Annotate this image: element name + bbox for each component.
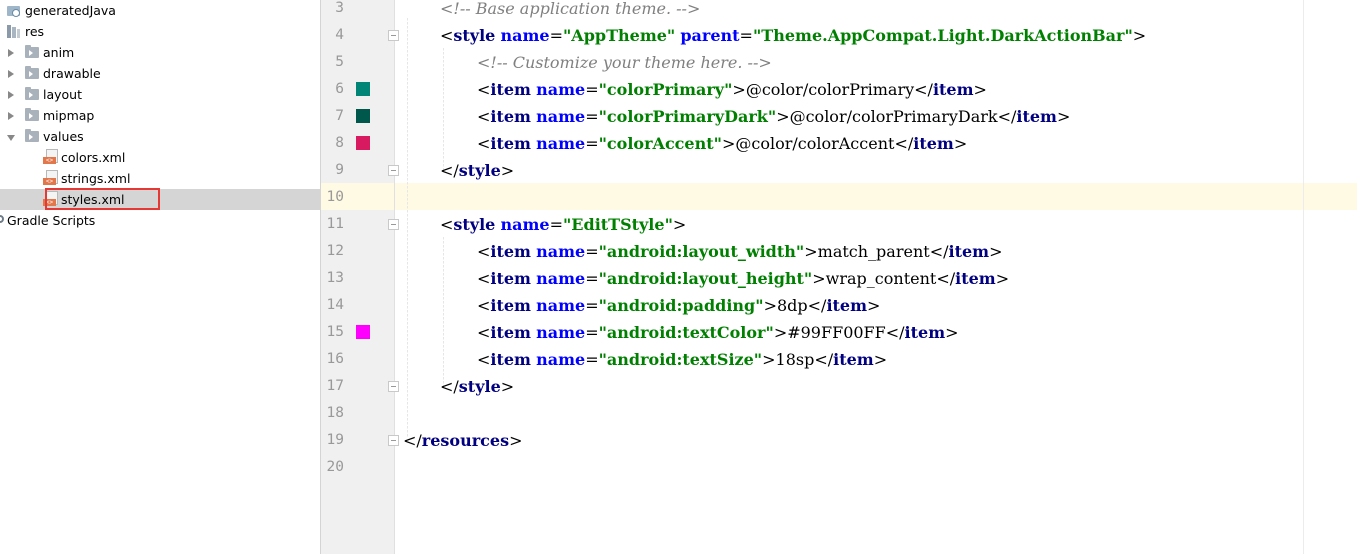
folder-icon	[25, 87, 39, 100]
res-folder-icon	[7, 25, 21, 38]
fold-collapse-icon[interactable]	[388, 30, 399, 41]
code-line-7: <item name="colorPrimaryDark">@color/col…	[477, 107, 1071, 126]
chevron-right-icon[interactable]	[8, 49, 14, 57]
fold-collapse-icon[interactable]	[388, 381, 399, 392]
code-line-14: <item name="android:padding">8dp</item>	[477, 296, 881, 315]
code-line-19: </resources>	[403, 431, 523, 450]
tree-item-generatedjava[interactable]: generatedJava	[0, 0, 320, 21]
line-number: 8	[335, 135, 344, 151]
tree-item-label: anim	[43, 45, 75, 60]
indent-guide	[407, 18, 408, 438]
line-number: 16	[326, 351, 344, 367]
tree-item-label: values	[43, 129, 84, 144]
tree-item-layout[interactable]: layout	[0, 84, 320, 105]
code-line-9: </style>	[440, 161, 515, 180]
line-number: 9	[335, 162, 344, 178]
color-swatch[interactable]	[356, 325, 370, 339]
fold-collapse-icon[interactable]	[388, 165, 399, 176]
tree-item-label: Gradle Scripts	[7, 213, 96, 228]
line-number: 7	[335, 108, 344, 124]
code-line-6: <item name="colorPrimary">@color/colorPr…	[477, 80, 987, 99]
tree-item-values[interactable]: values	[0, 126, 320, 147]
project-tree: generatedJava res anim drawable layout m…	[0, 0, 320, 554]
tree-item-label: layout	[43, 87, 83, 102]
code-line-15: <item name="android:textColor">#99FF00FF…	[477, 323, 959, 342]
generated-java-icon	[7, 3, 21, 17]
chevron-down-icon[interactable]	[7, 135, 15, 141]
folder-icon	[25, 108, 39, 121]
line-number: 20	[326, 459, 344, 475]
xml-file-icon: <>	[43, 149, 58, 165]
folder-icon	[25, 66, 39, 79]
code-line-16: <item name="android:textSize">18sp</item…	[477, 350, 888, 369]
chevron-right-icon[interactable]	[8, 91, 14, 99]
chevron-right-icon[interactable]	[8, 70, 14, 78]
color-swatch[interactable]	[356, 82, 370, 96]
fold-collapse-icon[interactable]	[388, 219, 399, 230]
fold-collapse-icon[interactable]	[388, 435, 399, 446]
tree-item-label: colors.xml	[61, 150, 126, 165]
code-line-8: <item name="colorAccent">@color/colorAcc…	[477, 134, 968, 153]
tree-item-strings-xml[interactable]: <> strings.xml	[0, 168, 320, 189]
folder-icon	[25, 45, 39, 58]
tree-item-mipmap[interactable]: mipmap	[0, 105, 320, 126]
line-number: 17	[326, 378, 344, 394]
line-number: 3	[335, 0, 344, 16]
line-number: 14	[326, 297, 344, 313]
line-number: 19	[326, 432, 344, 448]
current-line-highlight	[321, 183, 1357, 210]
code-line-12: <item name="android:layout_width">match_…	[477, 242, 1003, 261]
line-number: 6	[335, 81, 344, 97]
code-line-11: <style name="EditTStyle">	[440, 215, 687, 234]
tree-item-label: mipmap	[43, 108, 95, 123]
indent-guide	[443, 48, 444, 172]
code-line-17: </style>	[440, 377, 515, 396]
code-line-3: <!-- Base application theme. -->	[440, 0, 701, 18]
line-number: 18	[326, 405, 344, 421]
xml-file-icon: <>	[43, 170, 58, 186]
tree-item-drawable[interactable]: drawable	[0, 63, 320, 84]
right-margin-guide	[1303, 0, 1304, 554]
code-line-5: <!-- Customize your theme here. -->	[477, 53, 772, 72]
line-number: 10	[326, 189, 344, 205]
line-number: 15	[326, 324, 344, 340]
line-number: 13	[326, 270, 344, 286]
line-number: 5	[335, 54, 344, 70]
tree-item-colors-xml[interactable]: <> colors.xml	[0, 147, 320, 168]
chevron-right-icon[interactable]	[8, 112, 14, 120]
color-swatch[interactable]	[356, 109, 370, 123]
code-line-4: <style name="AppTheme" parent="Theme.App…	[440, 26, 1147, 45]
tree-item-label: res	[25, 24, 45, 39]
gradle-icon	[0, 215, 4, 223]
tree-item-label: drawable	[43, 66, 101, 81]
gutter-separator	[394, 0, 395, 554]
tree-item-gradle-scripts[interactable]: Gradle Scripts	[0, 210, 320, 231]
line-number: 11	[326, 216, 344, 232]
line-number: 4	[335, 27, 344, 43]
folder-icon	[25, 129, 39, 142]
indent-guide	[443, 237, 444, 388]
tree-item-label: strings.xml	[61, 171, 131, 186]
tree-item-res[interactable]: res	[0, 21, 320, 42]
color-swatch[interactable]	[356, 136, 370, 150]
tree-item-anim[interactable]: anim	[0, 42, 320, 63]
tree-item-label: generatedJava	[25, 3, 116, 18]
selection-highlight-box	[45, 188, 160, 210]
line-number: 12	[326, 243, 344, 259]
code-line-13: <item name="android:layout_height">wrap_…	[477, 269, 1010, 288]
